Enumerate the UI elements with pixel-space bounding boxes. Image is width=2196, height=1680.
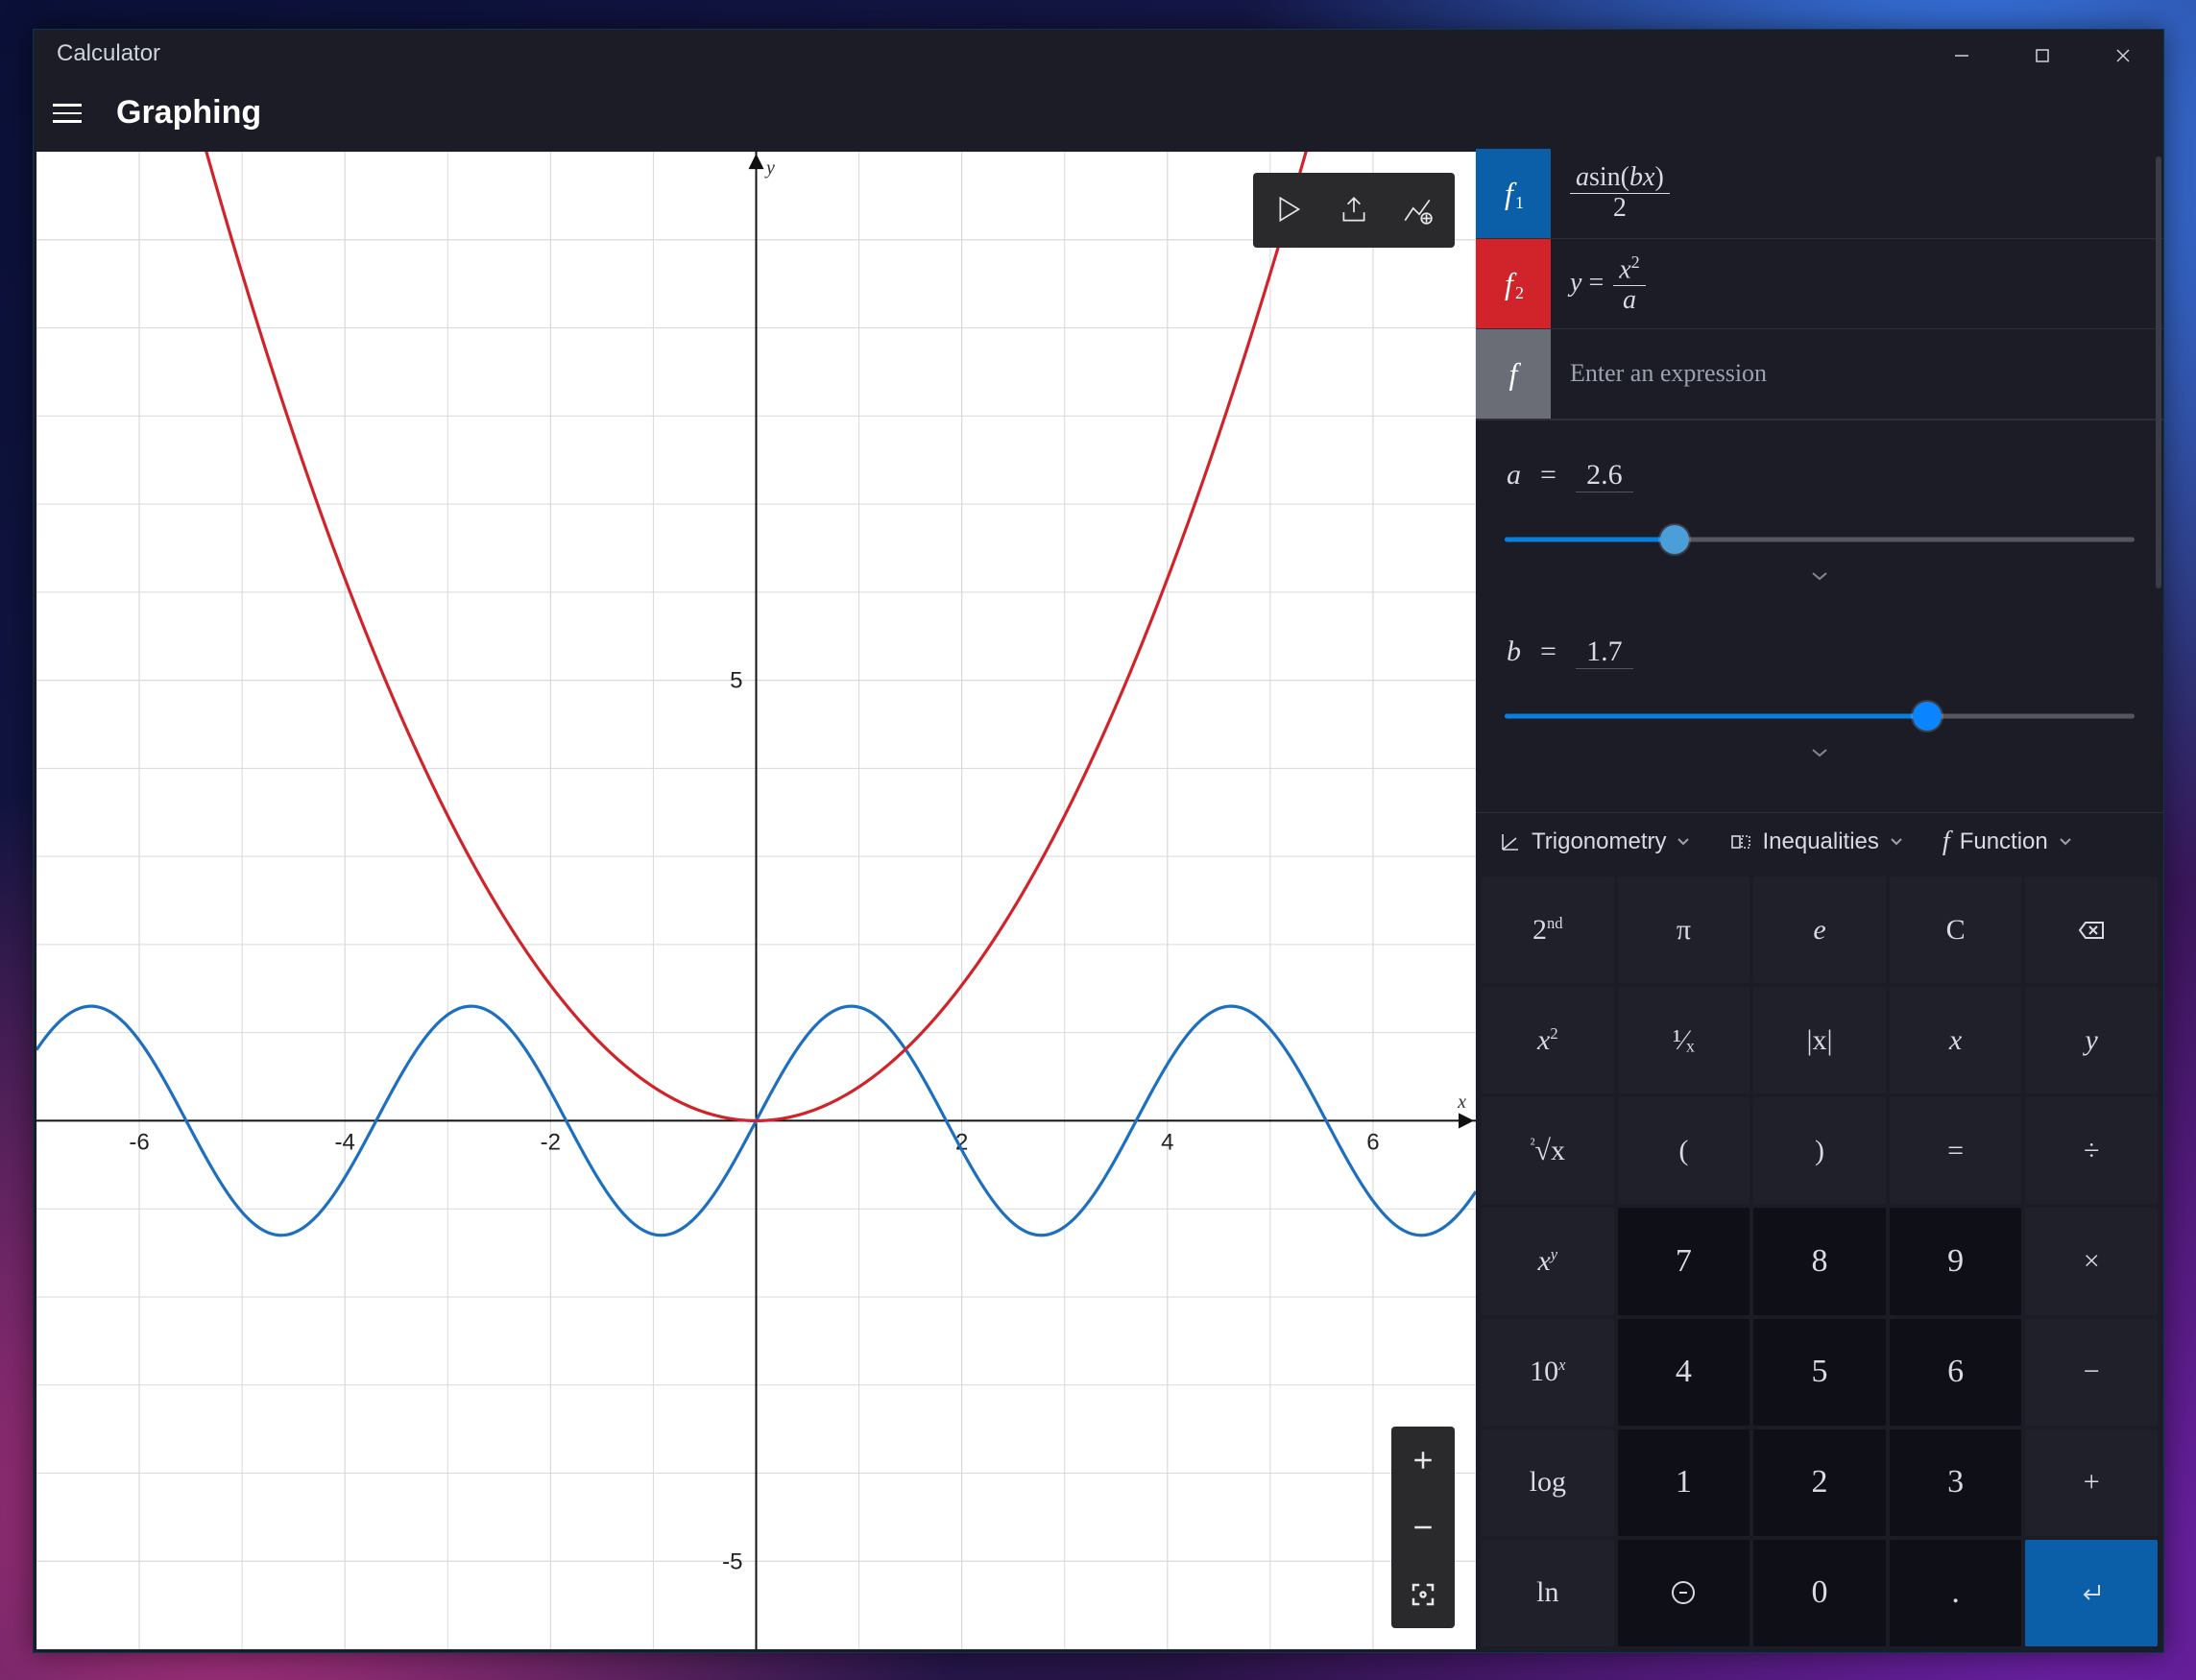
equation-row-2[interactable]: f2 y = x2a — [1476, 239, 2163, 329]
key-root[interactable]: ²√x — [1482, 1097, 1614, 1204]
key-9[interactable]: 9 — [1890, 1208, 2022, 1314]
keypad: 2nd π e C x2 ¹⁄ₓ |x| x y ²√x ( ) = ÷ — [1476, 871, 2163, 1652]
key-backspace[interactable] — [2025, 876, 2158, 983]
variable-b-value[interactable]: 1.7 — [1576, 636, 1633, 669]
zoom-out-button[interactable] — [1391, 1494, 1455, 1561]
graph-toolbar — [1253, 173, 1455, 248]
equation-expression-2[interactable]: y = x2a — [1551, 239, 2163, 328]
key-x-squared[interactable]: x2 — [1482, 987, 1614, 1093]
svg-text:-4: -4 — [335, 1129, 355, 1155]
mode-title[interactable]: Graphing — [116, 94, 261, 132]
function-dropdown[interactable]: f Function — [1943, 827, 2073, 857]
svg-text:-2: -2 — [541, 1129, 561, 1155]
key-log[interactable]: log — [1482, 1429, 1614, 1536]
key-6[interactable]: 6 — [1890, 1319, 2022, 1426]
key-reciprocal[interactable]: ¹⁄ₓ — [1618, 987, 1750, 1093]
key-equals[interactable]: = — [1890, 1097, 2022, 1204]
svg-text:6: 6 — [1366, 1129, 1379, 1155]
key-3[interactable]: 3 — [1890, 1429, 2022, 1536]
minimize-button[interactable] — [1921, 30, 2002, 82]
equation-color-badge-2[interactable]: f2 — [1476, 239, 1551, 328]
mode-header: Graphing — [34, 78, 2163, 149]
variable-b-name: b — [1507, 636, 1521, 668]
plot-svg: -6-4-22465-5 — [36, 152, 1476, 1649]
equation-color-badge-1[interactable]: f1 — [1476, 149, 1551, 238]
key-x-var[interactable]: x — [1890, 987, 2022, 1093]
key-pi[interactable]: π — [1618, 876, 1750, 983]
slider-thumb-a[interactable] — [1660, 525, 1689, 554]
variable-a-name: a — [1507, 459, 1521, 492]
svg-text:-5: -5 — [722, 1548, 742, 1574]
key-8[interactable]: 8 — [1753, 1208, 1886, 1314]
key-second[interactable]: 2nd — [1482, 876, 1614, 983]
key-ten-power[interactable]: 10x — [1482, 1319, 1614, 1426]
key-enter[interactable] — [2025, 1540, 2158, 1646]
variable-a-slider[interactable] — [1505, 527, 2135, 552]
key-y-var[interactable]: y — [2025, 987, 2158, 1093]
zoom-controls — [1391, 1427, 1455, 1628]
trigonometry-dropdown[interactable]: Trigonometry — [1499, 828, 1691, 855]
close-button[interactable] — [2083, 30, 2163, 82]
key-0[interactable]: 0 — [1753, 1540, 1886, 1646]
function-category-row: Trigonometry Inequalities f Function — [1476, 812, 2163, 871]
key-plus[interactable]: + — [2025, 1429, 2158, 1536]
y-axis-label: y — [766, 157, 775, 180]
key-5[interactable]: 5 — [1753, 1319, 1886, 1426]
key-clear[interactable]: C — [1890, 876, 2022, 983]
share-button[interactable] — [1322, 179, 1386, 242]
title-bar[interactable]: Calculator — [34, 30, 2163, 78]
graph-options-button[interactable] — [1386, 179, 1449, 242]
expression-input[interactable]: Enter an expression — [1551, 329, 2163, 419]
inequalities-dropdown[interactable]: Inequalities — [1729, 828, 1903, 855]
maximize-button[interactable] — [2002, 30, 2083, 82]
variable-a-value[interactable]: 2.6 — [1576, 459, 1633, 492]
equation-expression-1[interactable]: asin(bx)2 — [1551, 149, 2163, 238]
trace-tool-button[interactable] — [1259, 179, 1322, 242]
key-rparen[interactable]: ) — [1753, 1097, 1886, 1204]
variable-b: b = 1.7 — [1505, 636, 2135, 764]
variable-b-slider[interactable] — [1505, 704, 2135, 729]
key-e[interactable]: e — [1753, 876, 1886, 983]
svg-text:5: 5 — [730, 668, 742, 694]
key-lparen[interactable]: ( — [1618, 1097, 1750, 1204]
variable-b-expand[interactable] — [1505, 746, 2135, 764]
scrollbar-thumb[interactable] — [2156, 156, 2161, 588]
svg-text:-6: -6 — [129, 1129, 149, 1155]
key-1[interactable]: 1 — [1618, 1429, 1750, 1536]
key-decimal[interactable]: . — [1890, 1540, 2022, 1646]
key-minus[interactable]: − — [2025, 1319, 2158, 1426]
hamburger-menu-button[interactable] — [53, 94, 91, 132]
x-axis-label: x — [1458, 1092, 1466, 1114]
equation-row-1[interactable]: f1 asin(bx)2 — [1476, 149, 2163, 239]
variable-a-expand[interactable] — [1505, 569, 2135, 588]
key-absolute[interactable]: |x| — [1753, 987, 1886, 1093]
svg-text:4: 4 — [1161, 1129, 1173, 1155]
key-4[interactable]: 4 — [1618, 1319, 1750, 1426]
equation-row-new[interactable]: f Enter an expression — [1476, 329, 2163, 420]
key-divide[interactable]: ÷ — [2025, 1097, 2158, 1204]
zoom-fit-button[interactable] — [1391, 1561, 1455, 1628]
key-ln[interactable]: ln — [1482, 1540, 1614, 1646]
slider-thumb-b[interactable] — [1913, 702, 1942, 731]
side-panel: f1 asin(bx)2 f2 y = x2a f — [1476, 149, 2163, 1652]
equation-new-badge[interactable]: f — [1476, 329, 1551, 419]
key-7[interactable]: 7 — [1618, 1208, 1750, 1314]
app-title: Calculator — [57, 40, 160, 67]
variable-a: a = 2.6 — [1505, 459, 2135, 588]
graph-canvas[interactable]: -6-4-22465-5 y x — [36, 152, 1476, 1649]
app-window: Calculator Graphing - — [33, 29, 2164, 1653]
zoom-in-button[interactable] — [1391, 1427, 1455, 1494]
key-negate[interactable] — [1618, 1540, 1750, 1646]
variables-panel: a = 2.6 b = — [1476, 420, 2163, 812]
key-multiply[interactable]: × — [2025, 1208, 2158, 1314]
key-2[interactable]: 2 — [1753, 1429, 1886, 1536]
key-x-to-y[interactable]: xy — [1482, 1208, 1614, 1314]
